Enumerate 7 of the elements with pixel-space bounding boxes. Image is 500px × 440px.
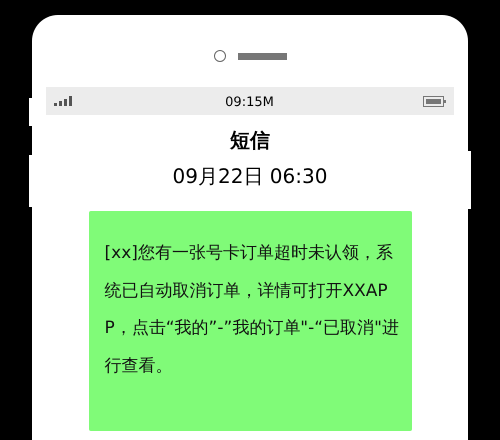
status-time: 09:15M [225,94,274,112]
camera-icon [214,50,226,62]
message-text: [xx]您有一张号卡订单超时未认领，系统已自动取消订单，详情可打开XXAPP，点击“我的”-”我的订单"-“已取消"进行查看。 [104,242,400,378]
message-timestamp: 09月22日 06:30 [172,163,328,190]
screen-title: 短信 [230,127,270,154]
speaker-grille [238,52,286,60]
battery-icon [423,96,446,106]
